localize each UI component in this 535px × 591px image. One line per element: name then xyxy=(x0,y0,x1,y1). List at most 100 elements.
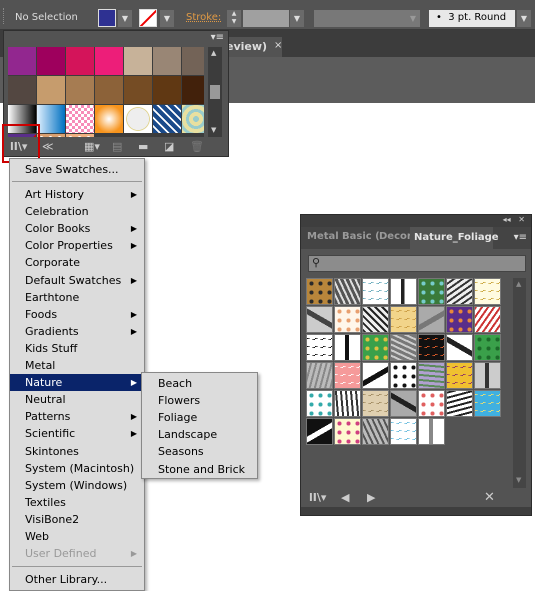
tab-nature-foliage[interactable]: Nature_Foliage xyxy=(410,227,499,249)
panel-title-bar[interactable]: ◂◂ ✕ xyxy=(301,215,531,227)
search-input[interactable]: ⚲ xyxy=(308,255,526,272)
pattern-swatch[interactable] xyxy=(390,278,417,305)
pattern-swatch[interactable] xyxy=(418,278,445,305)
next-library-icon[interactable]: ▶ xyxy=(367,491,375,504)
pattern-swatch[interactable] xyxy=(474,278,501,305)
color-swatch[interactable] xyxy=(8,47,36,75)
color-swatch[interactable] xyxy=(153,47,181,75)
color-swatch[interactable] xyxy=(95,76,123,104)
tab-decor[interactable]: Decor xyxy=(379,231,412,242)
color-swatch[interactable] xyxy=(66,76,94,104)
scroll-thumb[interactable] xyxy=(210,85,220,99)
color-swatch[interactable] xyxy=(124,76,152,104)
resize-handle[interactable] xyxy=(301,507,531,515)
menu-item-color-books[interactable]: Color Books ▶ xyxy=(10,220,144,237)
pattern-swatch[interactable] xyxy=(334,362,361,389)
menu-item-scientific[interactable]: Scientific ▶ xyxy=(10,425,144,442)
menu-item-skintones[interactable]: Skintones xyxy=(10,443,144,460)
menu-item-other-library[interactable]: Other Library... xyxy=(10,571,144,588)
new-swatch-icon[interactable]: ◪ xyxy=(164,140,174,153)
scroll-up-icon[interactable]: ▲ xyxy=(516,280,521,288)
color-swatch[interactable] xyxy=(66,47,94,75)
stroke-weight-field[interactable] xyxy=(243,10,289,27)
menu-item-patterns[interactable]: Patterns ▶ xyxy=(10,408,144,425)
pattern-swatch[interactable] xyxy=(390,306,417,333)
menu-item-web[interactable]: Web xyxy=(10,528,144,545)
stroke-label[interactable]: Stroke: xyxy=(186,12,221,23)
close-tab-icon[interactable]: × xyxy=(274,40,282,51)
pattern-swatch[interactable] xyxy=(446,306,473,333)
menu-item-visibone2[interactable]: VisiBone2 xyxy=(10,511,144,528)
brush-definition[interactable]: • 3 pt. Round xyxy=(429,10,515,27)
pattern-swatch[interactable] xyxy=(306,418,333,445)
swatch-scrollbar[interactable]: ▲ ▼ xyxy=(208,47,222,137)
menu-item-foods[interactable]: Foods ▶ xyxy=(10,306,144,323)
pattern-swatch[interactable] xyxy=(418,334,445,361)
pattern-swatch[interactable] xyxy=(306,362,333,389)
menu-item-metal[interactable]: Metal xyxy=(10,357,144,374)
color-swatch[interactable] xyxy=(124,47,152,75)
menu-item-default-swatches[interactable]: Default Swatches ▶ xyxy=(10,272,144,289)
pattern-swatch-blue-floral[interactable] xyxy=(153,105,181,133)
swatch-options-grid-icon[interactable]: ▦▾ xyxy=(84,140,100,153)
menu-item-neutral[interactable]: Neutral xyxy=(10,391,144,408)
pattern-swatch[interactable] xyxy=(362,418,389,445)
submenu-item-beach[interactable]: Beach xyxy=(142,375,257,392)
pattern-swatch[interactable] xyxy=(474,390,501,417)
menu-item-corporate[interactable]: Corporate xyxy=(10,254,144,271)
pattern-swatch-foliage[interactable] xyxy=(182,105,204,133)
fill-color-swatch[interactable] xyxy=(98,9,116,27)
pattern-swatch[interactable] xyxy=(334,390,361,417)
menu-item-gradients[interactable]: Gradients ▶ xyxy=(10,323,144,340)
pattern-swatch[interactable] xyxy=(390,334,417,361)
menu-item-save-swatches[interactable]: Save Swatches... xyxy=(10,161,144,178)
color-swatch[interactable] xyxy=(37,76,65,104)
brush-dropdown[interactable]: ▼ xyxy=(517,10,531,27)
pattern-swatch-gradient-blue[interactable] xyxy=(37,105,65,133)
submenu-item-stone-and-brick[interactable]: Stone and Brick xyxy=(142,461,257,478)
pattern-swatch[interactable] xyxy=(362,334,389,361)
color-swatch[interactable] xyxy=(182,47,204,75)
scroll-down-icon[interactable]: ▼ xyxy=(516,476,521,484)
pattern-swatch[interactable] xyxy=(446,278,473,305)
submenu-item-foliage[interactable]: Foliage xyxy=(142,409,257,426)
submenu-item-flowers[interactable]: Flowers xyxy=(142,392,257,409)
panel-menu-icon[interactable]: ▾≡ xyxy=(211,32,224,43)
stroke-weight-stepper[interactable]: ▲ ▼ xyxy=(227,10,241,27)
panel-menu-icon[interactable]: ▾≡ xyxy=(514,232,527,243)
library-scrollbar[interactable]: ▲ ▼ xyxy=(513,278,526,488)
profile-dropdown[interactable]: ▼ xyxy=(406,10,420,27)
pattern-swatch[interactable] xyxy=(362,390,389,417)
stroke-weight-dropdown[interactable]: ▼ xyxy=(290,10,304,27)
pattern-swatch[interactable] xyxy=(306,306,333,333)
close-panel-icon[interactable]: ✕ xyxy=(518,215,525,224)
menu-item-earthtone[interactable]: Earthtone xyxy=(10,289,144,306)
menu-item-celebration[interactable]: Celebration xyxy=(10,203,144,220)
stroke-none-swatch[interactable] xyxy=(139,9,157,27)
menu-item-system-windows-[interactable]: System (Windows) xyxy=(10,477,144,494)
new-color-group-icon[interactable]: ▬ xyxy=(138,140,148,153)
color-swatch[interactable] xyxy=(95,47,123,75)
show-kinds-icon[interactable]: ≪ xyxy=(42,140,54,153)
menu-item-art-history[interactable]: Art History ▶ xyxy=(10,186,144,203)
pattern-swatch[interactable] xyxy=(418,306,445,333)
pattern-swatch[interactable] xyxy=(474,362,501,389)
pattern-swatch[interactable] xyxy=(390,362,417,389)
scroll-down-icon[interactable]: ▼ xyxy=(211,126,216,134)
pattern-swatch[interactable] xyxy=(390,418,417,445)
pattern-swatch[interactable] xyxy=(446,334,473,361)
pattern-swatch[interactable] xyxy=(362,278,389,305)
pattern-swatch[interactable] xyxy=(306,334,333,361)
menu-item-textiles[interactable]: Textiles xyxy=(10,494,144,511)
pattern-swatch-orange-radial[interactable] xyxy=(95,105,123,133)
pattern-swatch[interactable] xyxy=(474,334,501,361)
pattern-swatch[interactable] xyxy=(418,418,445,445)
variable-width-profile[interactable] xyxy=(314,10,406,27)
menu-item-system-macintosh-[interactable]: System (Macintosh) xyxy=(10,460,144,477)
pattern-swatch[interactable] xyxy=(306,278,333,305)
pattern-swatch[interactable] xyxy=(362,362,389,389)
pattern-swatch[interactable] xyxy=(334,278,361,305)
submenu-item-landscape[interactable]: Landscape xyxy=(142,426,257,443)
submenu-item-seasons[interactable]: Seasons xyxy=(142,443,257,460)
fill-dropdown[interactable]: ▼ xyxy=(118,10,132,27)
